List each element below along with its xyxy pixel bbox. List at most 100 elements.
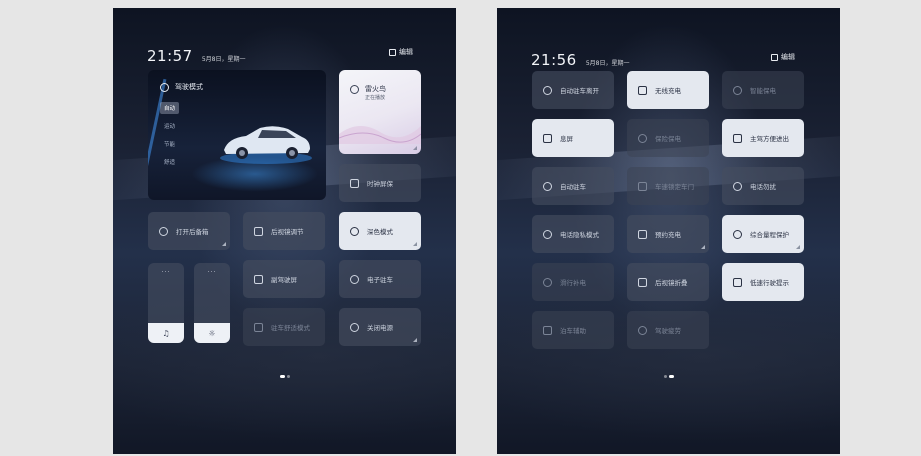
phone-icon — [733, 181, 742, 191]
tile-label: 泊车辅助 — [560, 327, 586, 335]
screen-icon — [254, 274, 263, 284]
more-dots-icon[interactable]: ··· — [194, 269, 230, 276]
tile-phone-privacy[interactable]: 电话隐私模式 — [532, 215, 614, 253]
tile-label: 副驾驶屏 — [271, 276, 297, 284]
drive-mode-sport[interactable]: 运动 — [160, 120, 179, 132]
seat-icon — [733, 133, 742, 143]
tile-range-protection[interactable]: 综合量程保护 — [722, 215, 804, 253]
mirror-icon — [254, 226, 263, 236]
tile-electronic-parking[interactable]: 电子驻车 — [339, 260, 421, 298]
music-title: 雷火鸟 — [365, 85, 386, 93]
tile-label: 关闭电源 — [367, 324, 393, 332]
page-dot[interactable] — [286, 375, 290, 378]
clock: 21:57 — [147, 47, 193, 65]
drive-mode-title: 驾驶模式 — [160, 82, 203, 92]
low-speed-icon — [733, 277, 742, 287]
tile-clock-screensaver[interactable]: 时钟屏保 — [339, 164, 421, 202]
brightness-slider[interactable]: ··· ☼ — [194, 263, 230, 343]
tile-label: 智能保电 — [750, 87, 776, 95]
music-widget[interactable]: 雷火鸟 正在播放 — [339, 70, 421, 154]
tile-label: 驻车舒适模式 — [271, 324, 310, 332]
tile-easy-entry[interactable]: 主驾方便进出 — [722, 119, 804, 157]
expand-corner-icon — [222, 242, 226, 246]
clock: 21:56 — [531, 51, 577, 69]
music-icon — [350, 85, 359, 94]
page-indicator[interactable] — [497, 375, 840, 378]
tile-open-trunk[interactable]: 打开后备箱 — [148, 212, 230, 250]
tile-coast-charge[interactable]: 滑行补电 — [532, 263, 614, 301]
tile-mirror-adjust[interactable]: 后视镜调节 — [243, 212, 325, 250]
auto-hold-icon — [543, 181, 552, 191]
tile-wireless-charging[interactable]: 无线充电 — [627, 71, 709, 109]
page-dot-active[interactable] — [668, 375, 674, 378]
clock-icon — [350, 178, 359, 188]
tile-label: 打开后备箱 — [176, 228, 209, 236]
tile-label: 深色模式 — [367, 228, 393, 236]
tile-mirror-fold[interactable]: 后视镜折叠 — [627, 263, 709, 301]
battery-icon — [733, 85, 742, 95]
tile-auto-park-leave[interactable]: 自动驻车离开 — [532, 71, 614, 109]
tile-label: 低速行驶提示 — [750, 279, 789, 287]
edit-button[interactable]: 编辑 — [771, 52, 795, 62]
tile-passenger-screen[interactable]: 副驾驶屏 — [243, 260, 325, 298]
tile-label: 综合量程保护 — [750, 231, 789, 239]
fatigue-icon — [638, 325, 647, 335]
volume-level: ♫ — [148, 323, 184, 343]
expand-corner-icon — [796, 245, 800, 249]
tile-parking-comfort[interactable]: 驻车舒适模式 — [243, 308, 325, 346]
drive-mode-card[interactable]: 驾驶模式 自动 运动 节能 舒适 — [148, 70, 326, 200]
page-dot-active[interactable] — [279, 375, 285, 378]
sun-icon: ☼ — [208, 328, 216, 338]
screen-off-icon — [543, 133, 552, 143]
tile-label: 自动驻车 — [560, 183, 586, 191]
drive-mode-title-text: 驾驶模式 — [175, 83, 203, 91]
range-protect-icon — [733, 229, 742, 239]
person-car-icon — [543, 85, 552, 95]
tile-dark-mode[interactable]: 深色模式 — [339, 212, 421, 250]
tile-fatigue-alert[interactable]: 驾驶疲劳 — [627, 311, 709, 349]
tile-low-speed-alert[interactable]: 低速行驶提示 — [722, 263, 804, 301]
steering-wheel-icon — [160, 82, 169, 92]
tile-label: 息屏 — [560, 135, 573, 143]
music-status: 正在播放 — [365, 95, 386, 101]
tile-label: 无线充电 — [655, 87, 681, 95]
coast-charge-icon — [543, 277, 552, 287]
tile-label: 预约充电 — [655, 231, 681, 239]
tile-label: 时钟屏保 — [367, 180, 393, 188]
tile-smart-battery[interactable]: 智能保电 — [722, 71, 804, 109]
control-center-page-2: 21:56 5月8日，星期一 编辑 自动驻车离开 无线充电 智能保电 息屏 保险… — [497, 8, 840, 454]
lock-icon — [638, 181, 647, 191]
status-bar: 21:57 5月8日，星期一 — [147, 46, 245, 65]
tile-screen-off[interactable]: 息屏 — [532, 119, 614, 157]
tile-label: 滑行补电 — [560, 279, 586, 287]
edit-label: 编辑 — [399, 48, 413, 56]
date: 5月8日，星期一 — [201, 56, 246, 63]
drive-mode-comfort[interactable]: 舒适 — [160, 156, 179, 168]
drive-mode-auto[interactable]: 自动 — [160, 102, 180, 114]
phone-private-icon — [543, 229, 552, 239]
tile-label: 后视镜折叠 — [655, 279, 688, 287]
wireless-charge-icon — [638, 85, 647, 95]
tile-insurance-battery[interactable]: 保险保电 — [627, 119, 709, 157]
mirror-fold-icon — [638, 277, 647, 287]
tile-power-off[interactable]: 关闭电源 — [339, 308, 421, 346]
schedule-charge-icon — [638, 229, 647, 239]
status-bar: 21:56 5月8日，星期一 — [531, 50, 629, 69]
tile-label: 自动驻车离开 — [560, 87, 599, 95]
tile-park-assist[interactable]: 泊车辅助 — [532, 311, 614, 349]
tile-speed-lock[interactable]: 车速锁定车门 — [627, 167, 709, 205]
more-dots-icon[interactable]: ··· — [148, 269, 184, 276]
tile-label: 电子驻车 — [367, 276, 393, 284]
edit-button[interactable]: 编辑 — [389, 47, 413, 57]
page-dot[interactable] — [663, 375, 667, 378]
volume-slider[interactable]: ··· ♫ — [148, 263, 184, 343]
tile-label: 电话勿扰 — [750, 183, 776, 191]
tile-label: 保险保电 — [655, 135, 681, 143]
tile-scheduled-charging[interactable]: 预约充电 — [627, 215, 709, 253]
tile-do-not-disturb[interactable]: 电话勿扰 — [722, 167, 804, 205]
drive-mode-eco[interactable]: 节能 — [160, 138, 179, 150]
seat-icon — [254, 322, 263, 332]
date: 5月8日，星期一 — [585, 60, 630, 67]
page-indicator[interactable] — [113, 375, 456, 378]
tile-auto-hold[interactable]: 自动驻车 — [532, 167, 614, 205]
